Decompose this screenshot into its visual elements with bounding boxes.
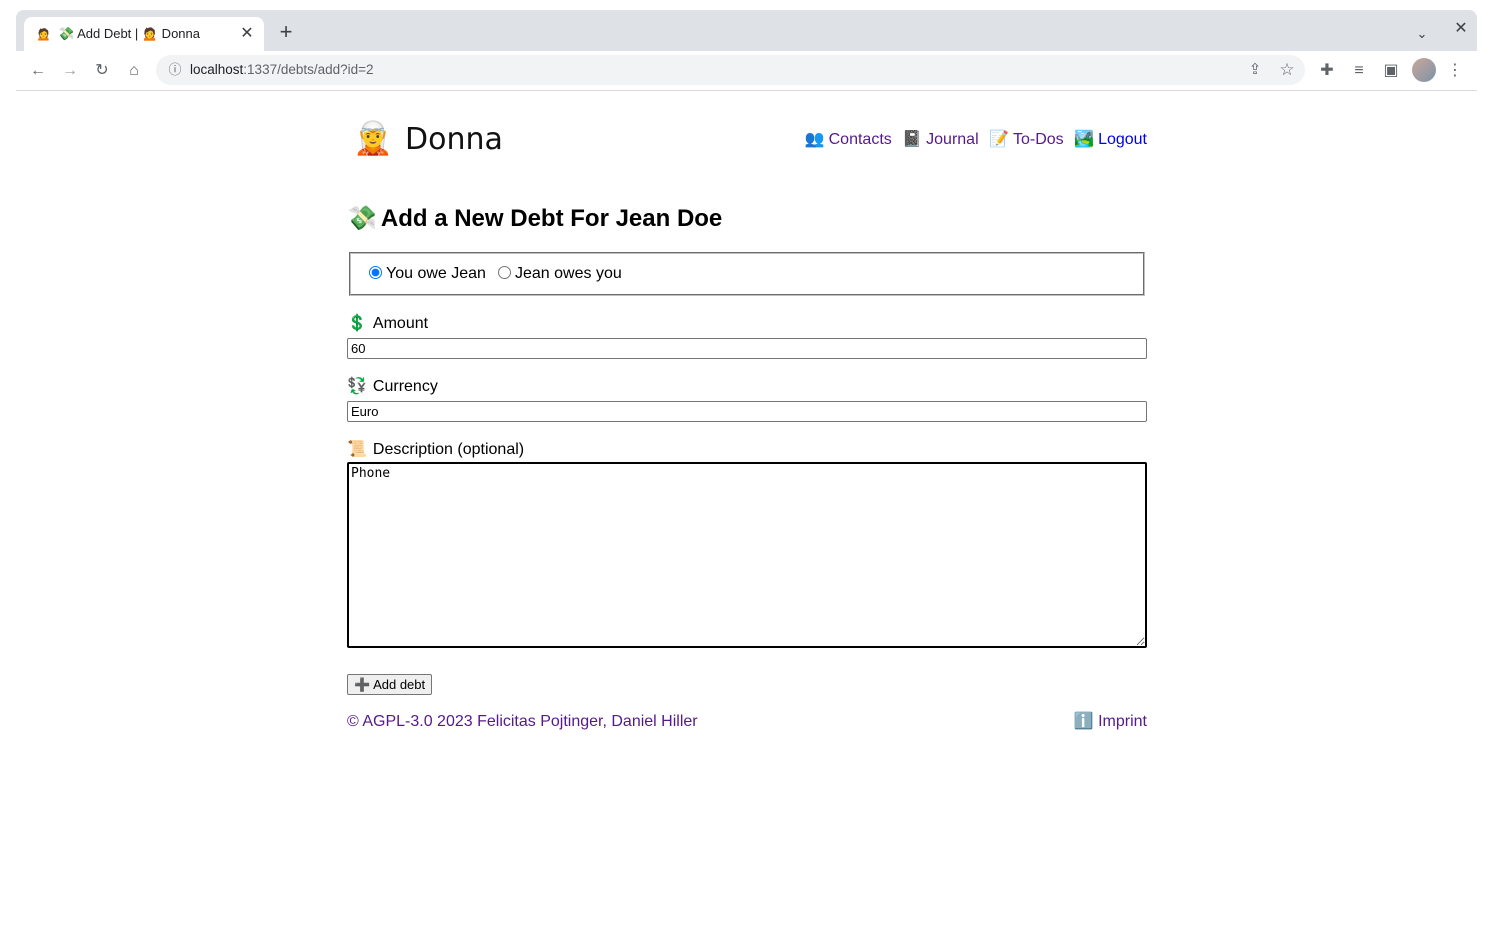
browser-tab[interactable]: 🙍 💸 Add Debt | 🙍 Donna ✕ <box>24 17 264 51</box>
tab-search-icon[interactable]: ⌄ <box>1412 24 1432 44</box>
currency-exchange-icon: 💱 <box>347 378 367 395</box>
currency-label-text: Currency <box>372 378 438 395</box>
amount-input[interactable] <box>347 338 1147 359</box>
currency-label: 💱 Currency <box>347 376 438 398</box>
site-info-icon[interactable]: ⓘ <box>166 61 184 79</box>
debt-direction-fieldset: You owe Jean Jean owes you <box>349 252 1145 296</box>
currency-input[interactable] <box>347 401 1147 422</box>
main-nav: 👥 Contacts 📓 Journal 📝 To-Dos 🏞️ Logout <box>799 129 1147 151</box>
imprint-label: Imprint <box>1098 713 1147 730</box>
url-path: :1337/debts/add?id=2 <box>243 62 374 77</box>
browser-toolbar: ← → ↻ ⌂ ⓘ localhost:1337/debts/add?id=2 … <box>16 51 1477 91</box>
description-label-text: Description (optional) <box>372 441 525 458</box>
nav-label: Contacts <box>828 131 892 148</box>
radio-you-owe-label: You owe Jean <box>386 265 486 282</box>
amount-label-text: Amount <box>372 315 429 332</box>
url-text[interactable]: localhost:1337/debts/add?id=2 <box>190 62 374 78</box>
tab-favicon-icon: 🙍 <box>36 27 51 41</box>
brand-name[interactable]: Donna <box>405 120 503 160</box>
nav-link-logout[interactable]: 🏞️ Logout <box>1074 131 1147 148</box>
profile-avatar[interactable] <box>1412 58 1436 82</box>
description-label: 📜 Description (optional) <box>347 439 524 461</box>
page-title-text: Add a New Debt For Jean Doe <box>380 205 723 232</box>
nav-link-journal[interactable]: 📓 Journal <box>902 131 978 148</box>
back-icon[interactable]: ← <box>26 59 50 83</box>
extensions-icon[interactable]: ✚ <box>1315 59 1339 83</box>
description-textarea[interactable]: Phone <box>347 462 1147 648</box>
nav-link-todos[interactable]: 📝 To-Dos <box>989 131 1064 148</box>
todos-icon: 📝 <box>989 131 1009 148</box>
media-controls-icon[interactable]: ≡ <box>1347 59 1371 83</box>
nav-label: To-Dos <box>1013 131 1064 148</box>
page-title: 💸 Add a New Debt For Jean Doe <box>347 202 722 236</box>
tab-title: 💸 Add Debt | 🙍 Donna <box>58 26 200 41</box>
scroll-icon: 📜 <box>347 441 367 458</box>
window-close-icon[interactable]: ✕ <box>1451 19 1471 39</box>
side-panel-icon[interactable]: ▣ <box>1379 59 1403 83</box>
tab-strip: 🙍 💸 Add Debt | 🙍 Donna ✕ + ⌄ ✕ <box>16 10 1477 51</box>
browser-menu-icon[interactable]: ⋮ <box>1443 59 1467 83</box>
share-icon[interactable]: ⇪ <box>1244 59 1266 81</box>
radio-they-owe-label: Jean owes you <box>515 265 622 282</box>
nav-label: Logout <box>1098 131 1147 148</box>
dollar-icon: 💲 <box>347 315 367 332</box>
amount-label: 💲 Amount <box>347 313 428 335</box>
new-tab-icon[interactable]: + <box>274 20 298 44</box>
url-host: localhost <box>190 62 244 77</box>
radio-you-owe-input[interactable] <box>369 266 382 279</box>
tab-close-icon[interactable]: ✕ <box>238 25 256 43</box>
address-bar[interactable]: ⓘ localhost:1337/debts/add?id=2 ⇪ ☆ <box>156 55 1305 85</box>
journal-icon: 📓 <box>902 131 923 148</box>
money-wings-icon: 💸 <box>347 205 377 232</box>
bookmark-star-icon[interactable]: ☆ <box>1276 59 1298 81</box>
contacts-icon: 👥 <box>804 131 825 148</box>
nav-link-contacts[interactable]: 👥 Contacts <box>805 131 892 148</box>
info-icon: ℹ️ <box>1073 713 1094 730</box>
site-footer: © AGPL-3.0 2023 Felicitas Pojtinger, Dan… <box>347 711 1147 733</box>
add-debt-button[interactable]: ➕ Add debt <box>347 674 433 695</box>
logout-icon: 🏞️ <box>1074 131 1095 148</box>
radio-they-owe[interactable]: Jean owes you <box>498 264 622 284</box>
home-icon[interactable]: ⌂ <box>122 59 146 83</box>
reload-icon[interactable]: ↻ <box>90 59 114 83</box>
logo-icon[interactable]: 🧝 <box>353 118 393 158</box>
site-header: 🧝 Donna 👥 Contacts 📓 Journal 📝 To-Dos 🏞️ Log… <box>347 110 1147 170</box>
imprint-link[interactable]: ℹ️ Imprint <box>1074 711 1147 733</box>
nav-label: Journal <box>926 131 979 148</box>
radio-they-owe-input[interactable] <box>498 266 511 279</box>
copyright-link[interactable]: © AGPL-3.0 2023 Felicitas Pojtinger, Dan… <box>347 711 698 733</box>
radio-you-owe[interactable]: You owe Jean <box>369 264 486 284</box>
forward-icon[interactable]: → <box>58 59 82 83</box>
